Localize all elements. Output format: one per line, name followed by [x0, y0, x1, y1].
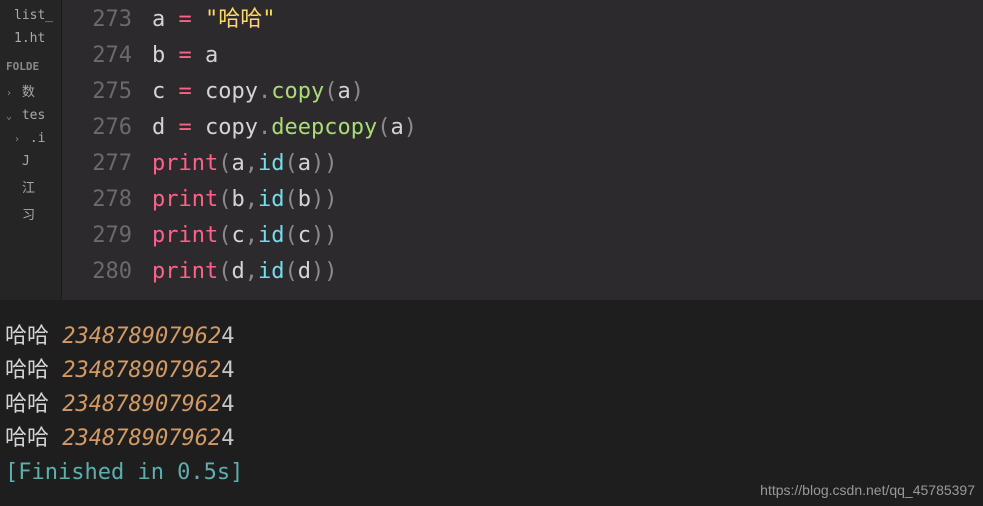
- line-number: 273: [62, 2, 132, 38]
- code-line[interactable]: b = a: [152, 38, 983, 74]
- sidebar-item[interactable]: 1.ht: [0, 27, 61, 50]
- sidebar-item[interactable]: 习: [0, 200, 61, 227]
- line-number: 277: [62, 146, 132, 182]
- terminal-output-line: 哈哈 2348789079624: [5, 388, 978, 422]
- code-content[interactable]: a = "哈哈"b = ac = copy.copy(a)d = copy.de…: [152, 2, 983, 300]
- terminal-output-line: 哈哈 2348789079624: [5, 320, 978, 354]
- sidebar-item[interactable]: 江: [0, 173, 61, 200]
- code-line[interactable]: print(c,id(c)): [152, 218, 983, 254]
- file-explorer-sidebar[interactable]: list_1.htFOLDE› 数⌄ tes› .iJ江习: [0, 0, 62, 300]
- line-number: 278: [62, 182, 132, 218]
- line-number: 274: [62, 38, 132, 74]
- sidebar-item[interactable]: › .i: [0, 127, 61, 150]
- sidebar-item[interactable]: list_: [0, 4, 61, 27]
- line-number: 279: [62, 218, 132, 254]
- code-editor[interactable]: 273274275276277278279280 a = "哈哈"b = ac …: [62, 0, 983, 300]
- sidebar-item[interactable]: J: [0, 150, 61, 173]
- code-line[interactable]: print(d,id(d)): [152, 254, 983, 290]
- code-line[interactable]: a = "哈哈": [152, 2, 983, 38]
- watermark: https://blog.csdn.net/qq_45785397: [760, 482, 975, 498]
- line-number: 280: [62, 254, 132, 290]
- line-number-gutter: 273274275276277278279280: [62, 2, 152, 300]
- sidebar-item[interactable]: › 数: [0, 77, 61, 104]
- code-line[interactable]: d = copy.deepcopy(a): [152, 110, 983, 146]
- line-number: 276: [62, 110, 132, 146]
- line-number: 275: [62, 74, 132, 110]
- code-line[interactable]: print(a,id(a)): [152, 146, 983, 182]
- terminal-output-line: 哈哈 2348789079624: [5, 354, 978, 388]
- sidebar-item[interactable]: ⌄ tes: [0, 104, 61, 127]
- code-line[interactable]: c = copy.copy(a): [152, 74, 983, 110]
- terminal-panel[interactable]: 哈哈 2348789079624哈哈 2348789079624哈哈 23487…: [0, 300, 983, 506]
- code-line[interactable]: print(b,id(b)): [152, 182, 983, 218]
- sidebar-item[interactable]: FOLDE: [0, 50, 61, 77]
- terminal-output-line: 哈哈 2348789079624: [5, 422, 978, 456]
